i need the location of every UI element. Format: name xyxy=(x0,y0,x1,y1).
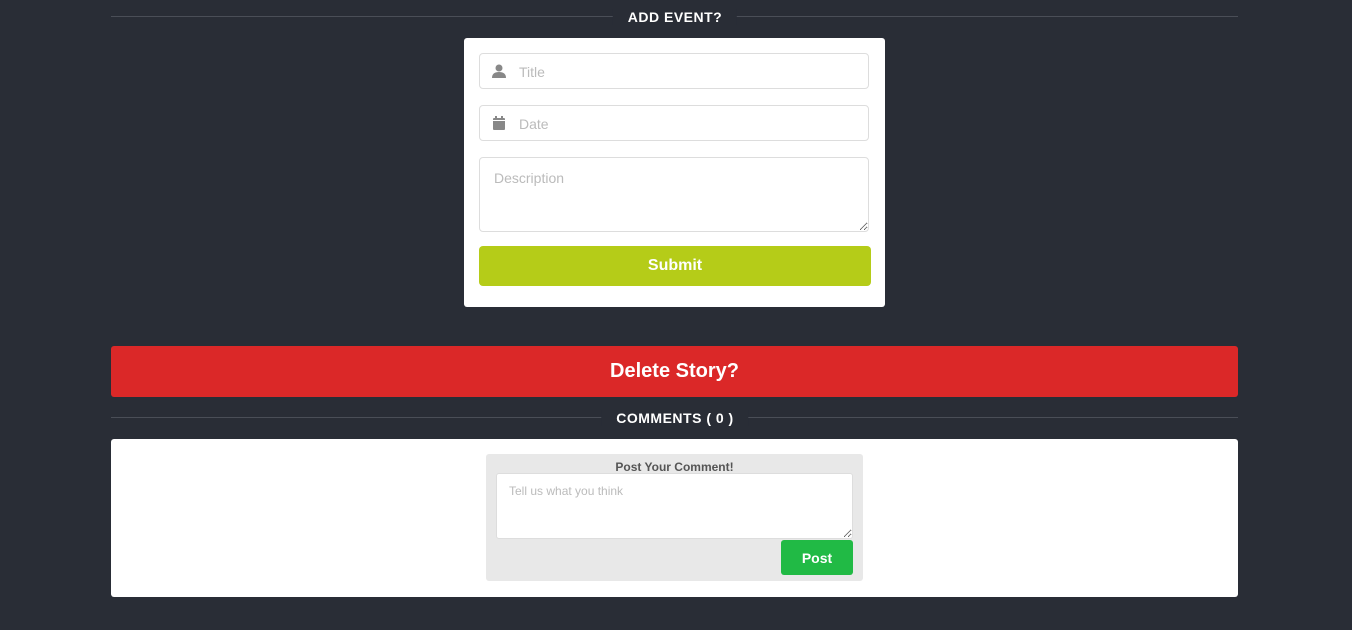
comment-form-title: Post Your Comment! xyxy=(615,460,734,474)
delete-story-button[interactable]: Delete Story? xyxy=(111,346,1238,397)
add-event-heading: ADD EVENT? xyxy=(612,9,738,25)
date-field[interactable] xyxy=(479,105,869,141)
submit-button[interactable]: Submit xyxy=(479,246,871,286)
date-input[interactable] xyxy=(517,115,861,133)
description-field[interactable] xyxy=(479,157,869,232)
title-field[interactable] xyxy=(479,53,869,89)
comment-input[interactable] xyxy=(496,473,853,539)
title-input[interactable] xyxy=(517,63,861,81)
user-icon xyxy=(492,64,506,78)
post-button[interactable]: Post xyxy=(781,540,853,575)
comments-heading: COMMENTS ( 0 ) xyxy=(601,410,749,426)
comments-panel: Post Your Comment! Post xyxy=(111,439,1238,597)
comment-form: Post Your Comment! Post xyxy=(486,454,863,581)
add-event-form: Submit xyxy=(464,38,885,307)
description-input[interactable] xyxy=(480,158,868,231)
calendar-icon xyxy=(493,116,505,130)
